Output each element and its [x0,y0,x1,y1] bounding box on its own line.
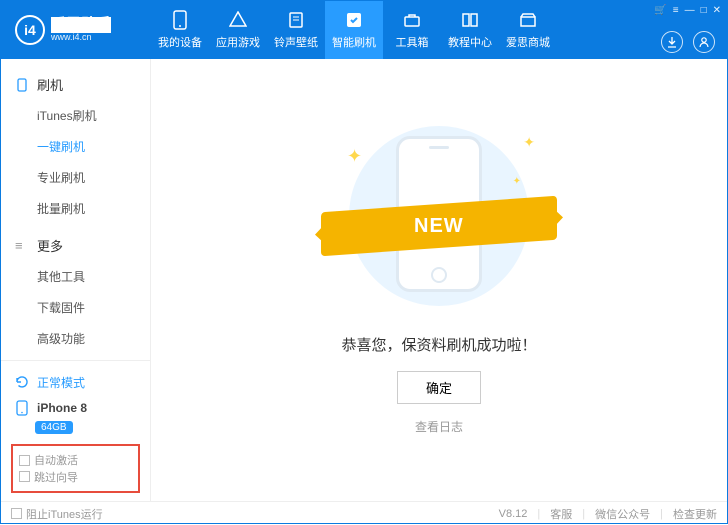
success-message: 恭喜您，保资料刷机成功啦！ [341,334,536,355]
nav-label: 工具箱 [396,34,429,50]
section-flash[interactable]: 刷机 [1,69,150,100]
checkbox-label: 阻止iTunes运行 [26,506,103,522]
header-actions [661,31,715,53]
book-icon [460,10,480,30]
storage-badge: 64GB [35,421,73,434]
checkbox-label: 跳过向导 [34,469,78,485]
nav-shop[interactable]: 爱思商城 [499,1,557,59]
logo-mark: i4 [15,15,45,45]
section-title: 更多 [37,236,63,255]
nav-label: 爱思商城 [506,34,550,50]
checkbox-skip-guide[interactable]: 跳过向导 [19,469,78,485]
cart-icon[interactable]: 🛒 [654,5,666,16]
device-icon [13,399,31,417]
checkbox-icon [19,455,30,466]
ribbon-text: NEW [414,214,464,237]
menu-icon[interactable]: ≡ [673,5,679,16]
sidebar-item-oneclick-flash[interactable]: 一键刷机 [1,131,150,162]
nav-flash[interactable]: 智能刷机 [325,1,383,59]
mode-label: 正常模式 [37,374,85,391]
sidebar-item-pro-flash[interactable]: 专业刷机 [1,162,150,193]
sparkle-icon: ✦ [513,176,521,187]
app-header: i4 爱思助手 www.i4.cn 我的设备 应用游戏 铃声壁纸 智能刷机 工具… [1,1,727,59]
sidebar: 刷机 iTunes刷机 一键刷机 专业刷机 批量刷机 ≡ 更多 其他工具 下载固… [1,59,151,501]
shop-icon [518,10,538,30]
device-row[interactable]: iPhone 8 [11,395,140,421]
nav-ringtones[interactable]: 铃声壁纸 [267,1,325,59]
nav-apps[interactable]: 应用游戏 [209,1,267,59]
checkbox-icon [11,508,22,519]
nav-toolbox[interactable]: 工具箱 [383,1,441,59]
version-label: V8.12 [499,508,528,520]
nav-label: 应用游戏 [216,34,260,50]
apps-icon [228,10,248,30]
phone-icon [170,10,190,30]
check-update-link[interactable]: 检查更新 [673,506,717,522]
checkbox-block-itunes[interactable]: 阻止iTunes运行 [11,506,103,522]
user-button[interactable] [693,31,715,53]
more-section-icon: ≡ [15,238,29,253]
section-title: 刷机 [37,75,63,94]
flash-section-icon [15,78,29,92]
main-content: ✦ ✦ ✦ NEW 恭喜您，保资料刷机成功啦！ 确定 查看日志 [151,59,727,501]
sidebar-item-batch-flash[interactable]: 批量刷机 [1,193,150,224]
sparkle-icon: ✦ [523,134,535,151]
nav-my-device[interactable]: 我的设备 [151,1,209,59]
refresh-icon [13,373,31,391]
logo: i4 爱思助手 www.i4.cn [1,1,151,59]
view-log-link[interactable]: 查看日志 [415,418,463,435]
toolbox-icon [402,10,422,30]
window-controls: 🛒 ≡ — □ ✕ [654,5,721,16]
post-flash-options: 自动激活 跳过向导 [11,444,140,493]
success-illustration: ✦ ✦ ✦ NEW [329,116,549,316]
maximize-button[interactable]: □ [701,5,707,16]
sidebar-item-download-firmware[interactable]: 下载固件 [1,292,150,323]
app-url: www.i4.cn [51,33,111,43]
device-storage-row: 64GB [11,421,140,438]
support-link[interactable]: 客服 [550,506,572,522]
close-button[interactable]: ✕ [713,5,721,16]
mode-row[interactable]: 正常模式 [11,369,140,395]
checkbox-icon [19,471,30,482]
section-more[interactable]: ≡ 更多 [1,230,150,261]
top-nav: 我的设备 应用游戏 铃声壁纸 智能刷机 工具箱 教程中心 爱思商城 [151,1,557,59]
ringtone-icon [286,10,306,30]
download-button[interactable] [661,31,683,53]
sidebar-item-itunes-flash[interactable]: iTunes刷机 [1,100,150,131]
sparkle-icon: ✦ [347,146,362,167]
device-name: iPhone 8 [37,401,87,415]
sidebar-item-advanced[interactable]: 高级功能 [1,323,150,354]
ok-button[interactable]: 确定 [397,371,481,404]
wechat-link[interactable]: 微信公众号 [595,506,650,522]
checkbox-label: 自动激活 [34,452,78,468]
app-name: 爱思助手 [51,17,111,34]
minimize-button[interactable]: — [685,5,695,16]
checkbox-auto-activate[interactable]: 自动激活 [19,452,78,468]
nav-label: 我的设备 [158,34,202,50]
nav-tutorials[interactable]: 教程中心 [441,1,499,59]
nav-label: 铃声壁纸 [274,34,318,50]
sidebar-item-other-tools[interactable]: 其他工具 [1,261,150,292]
nav-label: 教程中心 [448,34,492,50]
nav-label: 智能刷机 [332,34,376,50]
status-bar: 阻止iTunes运行 V8.12 | 客服 | 微信公众号 | 检查更新 [1,501,727,525]
flash-icon [344,10,364,30]
